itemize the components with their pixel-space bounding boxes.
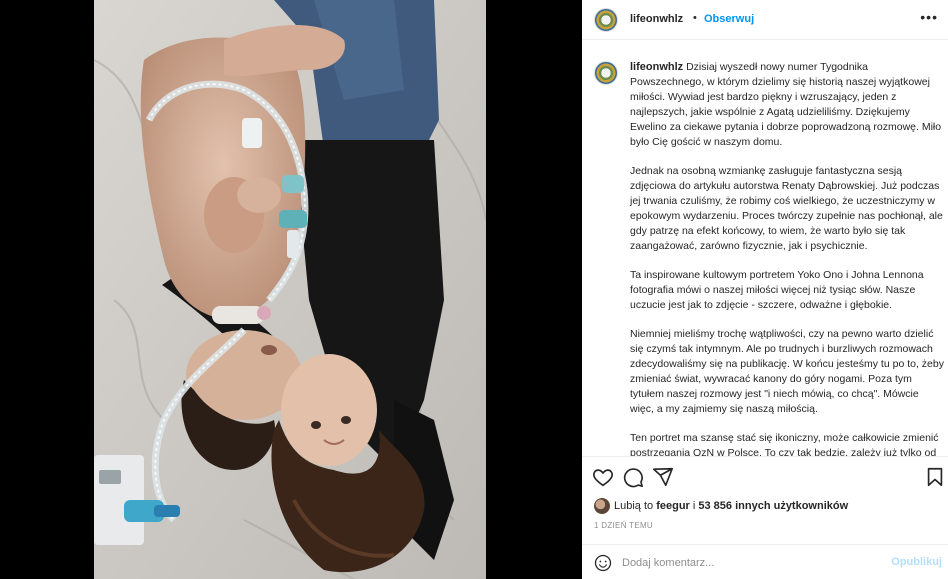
- bookmark-icon[interactable]: [924, 466, 946, 488]
- post-timestamp[interactable]: 1 DZIEŃ TEMU: [594, 521, 653, 530]
- caption-username[interactable]: lifeonwhlz: [630, 61, 683, 73]
- author-avatar[interactable]: [594, 8, 618, 32]
- follow-button[interactable]: Obserwuj: [704, 13, 754, 25]
- caption-section: lifeonwhlz Dzisiaj wyszedł nowy numer Ty…: [582, 41, 948, 457]
- comment-input[interactable]: [622, 554, 882, 572]
- more-options-icon[interactable]: •••: [920, 9, 938, 25]
- author-username[interactable]: lifeonwhlz: [630, 13, 683, 25]
- caption-paragraph: Ta inspirowane kultowym portretem Yoko O…: [630, 269, 924, 311]
- liker-avatar[interactable]: [594, 498, 610, 514]
- post-media: [0, 0, 582, 579]
- photo-illustration: [94, 0, 486, 579]
- heart-icon[interactable]: [592, 466, 614, 488]
- liker-username[interactable]: feegur: [656, 500, 690, 512]
- comment-icon[interactable]: [622, 466, 644, 488]
- caption-paragraph: Jednak na osobną wzmiankę zasługuje fant…: [630, 165, 943, 252]
- share-icon[interactable]: [652, 466, 674, 488]
- comment-box: Opublikuj: [582, 544, 948, 579]
- caption-text: lifeonwhlz Dzisiaj wyszedł nowy numer Ty…: [630, 60, 944, 457]
- caption-avatar[interactable]: [594, 61, 618, 85]
- caption-paragraph: Ten portret ma szansę stać się ikoniczny…: [630, 432, 939, 457]
- post-panel: lifeonwhlz • Obserwuj ••• lifeonwhlz Dzi…: [582, 0, 948, 579]
- post-header: lifeonwhlz • Obserwuj •••: [582, 0, 948, 40]
- separator-dot: •: [693, 12, 697, 24]
- likes-count[interactable]: 53 856 innych użytkowników: [698, 500, 848, 512]
- likes-summary: Lubią to feegur i 53 856 innych użytkown…: [594, 498, 934, 516]
- action-bar: [582, 458, 948, 494]
- post-comment-button[interactable]: Opublikuj: [891, 556, 942, 568]
- caption-paragraph: Niemniej mieliśmy trochę wątpliwości, cz…: [630, 328, 944, 415]
- caption-paragraph: lifeonwhlz Dzisiaj wyszedł nowy numer Ty…: [630, 61, 942, 148]
- post-photo[interactable]: [94, 0, 486, 579]
- emoji-icon[interactable]: [594, 554, 612, 572]
